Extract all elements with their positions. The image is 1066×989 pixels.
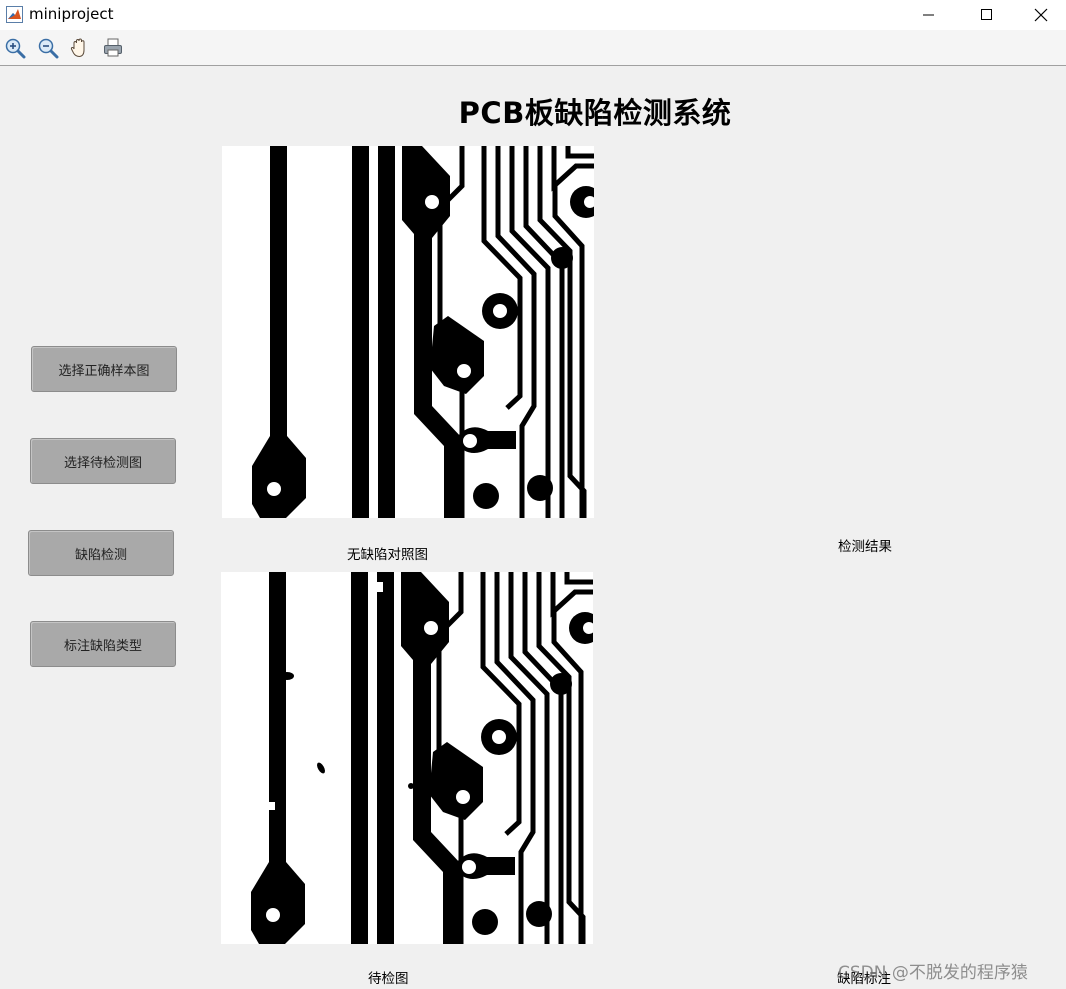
- detect-defects-button[interactable]: 缺陷检测: [28, 530, 174, 576]
- reference-pcb-image: [222, 146, 594, 518]
- label-defect-types-button[interactable]: 标注缺陷类型: [30, 621, 176, 667]
- close-button[interactable]: [1016, 0, 1066, 30]
- pcb-test-drawing: [221, 572, 593, 944]
- page-title: PCB板缺陷检测系统: [458, 96, 732, 130]
- watermark: CSDN @不脱发的程序猿: [838, 963, 1028, 983]
- reference-image-caption: 无缺陷对照图: [347, 547, 428, 563]
- matlab-logo-icon: [6, 6, 23, 23]
- test-image-caption: 待检图: [368, 971, 409, 987]
- pan-hand-icon[interactable]: [69, 37, 91, 59]
- figure-window: miniproject PCB板缺陷检测系统 选择正确样本图 选择待检测图 缺陷…: [0, 0, 1066, 989]
- pcb-reference-drawing: [222, 146, 594, 518]
- figure-toolbar: [0, 30, 1066, 66]
- maximize-button[interactable]: [958, 0, 1016, 30]
- minimize-icon: [923, 14, 934, 16]
- minimize-button[interactable]: [900, 0, 958, 30]
- test-pcb-image: [221, 572, 593, 944]
- zoom-in-icon[interactable]: [4, 37, 26, 59]
- title-bar[interactable]: miniproject: [0, 0, 1066, 30]
- maximize-icon: [981, 9, 992, 20]
- close-icon: [1034, 8, 1048, 22]
- print-icon[interactable]: [102, 37, 124, 59]
- select-reference-image-button[interactable]: 选择正确样本图: [31, 346, 177, 392]
- select-test-image-button[interactable]: 选择待检测图: [30, 438, 176, 484]
- detection-result-caption: 检测结果: [838, 539, 892, 555]
- zoom-out-icon[interactable]: [37, 37, 59, 59]
- window-title: miniproject: [29, 5, 114, 23]
